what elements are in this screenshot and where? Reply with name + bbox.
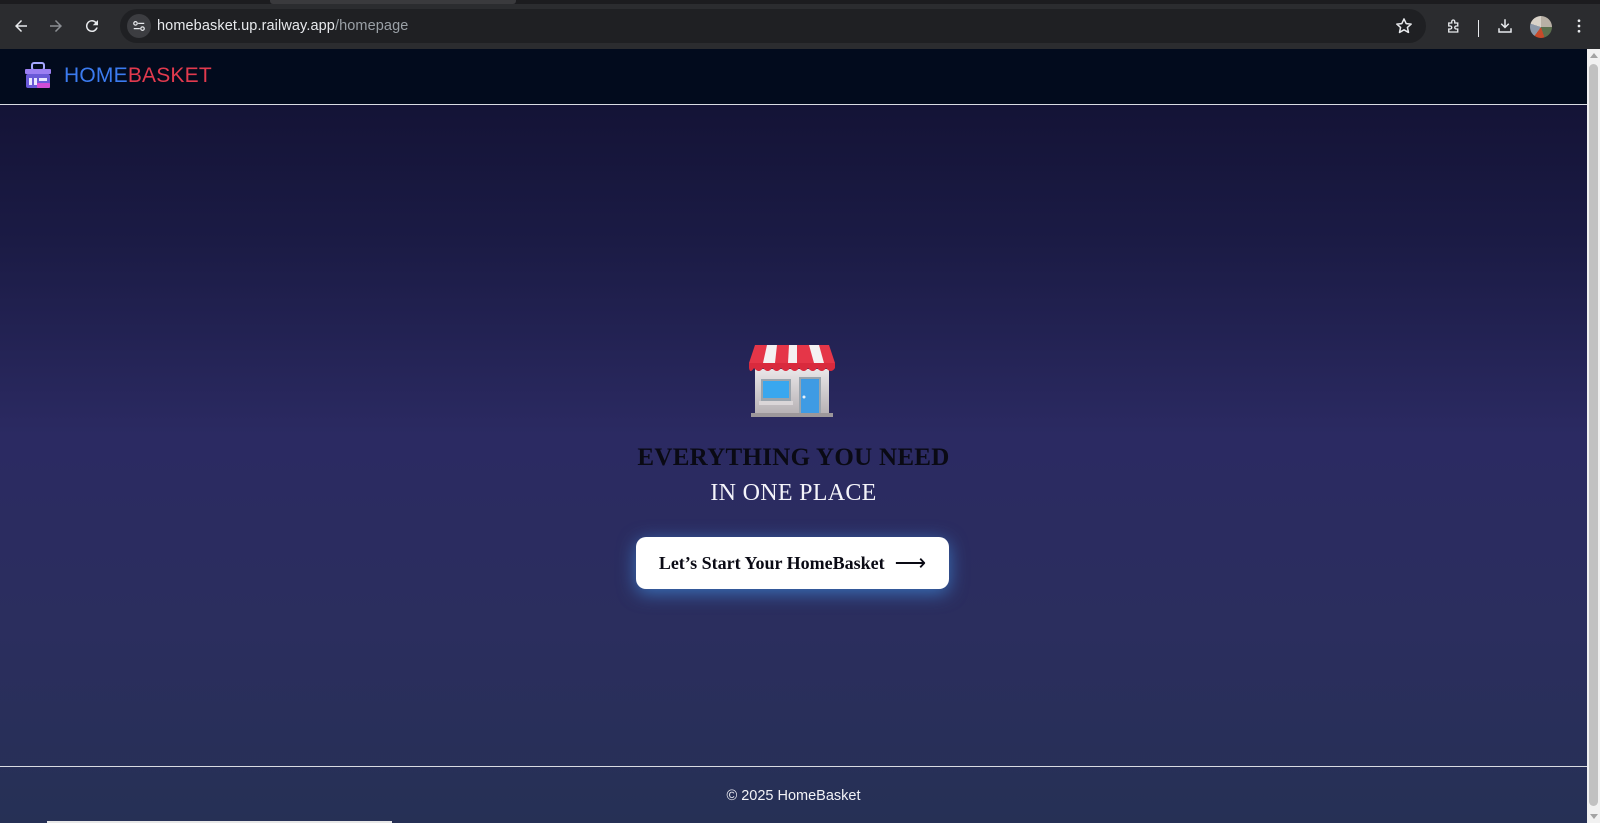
logo-home-text: HOME xyxy=(64,64,128,87)
cta-label: Let’s Start Your HomeBasket xyxy=(658,552,885,573)
extensions-icon[interactable] xyxy=(1440,12,1468,40)
bookmark-star-icon[interactable] xyxy=(1394,16,1414,36)
basket-icon[interactable] xyxy=(22,60,54,92)
url-path: /homepage xyxy=(334,18,409,34)
scroll-up-arrow-icon[interactable] xyxy=(1590,53,1598,58)
reload-icon[interactable] xyxy=(78,12,106,40)
headline-line-1: EVERYTHING YOU NEED xyxy=(637,444,950,471)
logo-basket-text: BASKET xyxy=(127,64,212,87)
start-homebasket-button[interactable]: Let’s Start Your HomeBasket ⟶ xyxy=(636,537,949,589)
footer-copyright: © 2025 HomeBasket xyxy=(726,788,861,804)
profile-avatar[interactable] xyxy=(1530,16,1552,38)
back-arrow-icon[interactable] xyxy=(7,12,35,40)
forward-arrow-icon[interactable] xyxy=(42,12,70,40)
scroll-thumb[interactable] xyxy=(1589,64,1598,806)
brand-logo[interactable]: HOMEBASKET xyxy=(64,64,212,88)
footer-divider xyxy=(0,766,1587,767)
page-viewport: HOMEBASKET EVERYTHING YOU NEED IN ONE PL… xyxy=(0,49,1587,823)
download-icon[interactable] xyxy=(1491,12,1519,40)
vertical-scrollbar[interactable] xyxy=(1587,49,1600,823)
scroll-down-arrow-icon[interactable] xyxy=(1590,814,1598,819)
browser-toolbar: homebasket.up.railway.app/homepage xyxy=(0,4,1600,49)
arrow-right-icon: ⟶ xyxy=(894,550,927,575)
site-header: HOMEBASKET xyxy=(0,49,1587,105)
site-info-icon[interactable] xyxy=(127,14,151,38)
toolbar-divider xyxy=(1478,20,1479,37)
url-host: homebasket.up.railway.app xyxy=(157,18,335,34)
headline-line-2: IN ONE PLACE xyxy=(710,480,877,506)
menu-dots-icon[interactable] xyxy=(1565,12,1593,40)
address-bar[interactable]: homebasket.up.railway.app/homepage xyxy=(120,9,1426,43)
url-text[interactable]: homebasket.up.railway.app/homepage xyxy=(157,18,408,34)
store-icon xyxy=(749,345,835,417)
